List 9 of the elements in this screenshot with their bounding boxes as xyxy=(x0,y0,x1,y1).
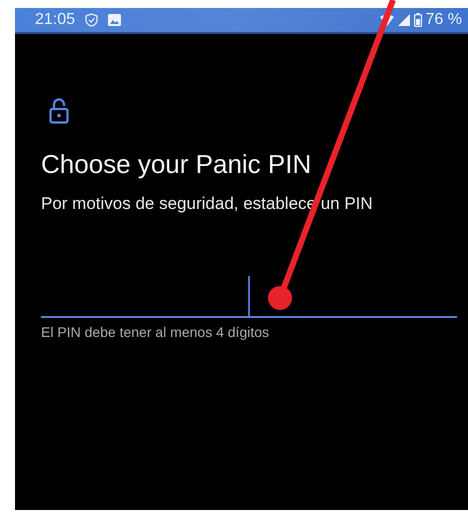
screen-title: Choose your Panic PIN xyxy=(41,149,312,180)
battery-icon xyxy=(414,13,422,27)
padlock-icon xyxy=(49,98,69,124)
clock-time: 21:05 xyxy=(35,11,76,29)
helper-text: El PIN debe tener al menos 4 dígitos xyxy=(41,324,270,340)
battery-percentage: 76 % xyxy=(426,11,462,29)
shield-check-icon xyxy=(85,13,98,27)
signal-icon xyxy=(398,14,410,26)
image-icon xyxy=(108,14,122,26)
